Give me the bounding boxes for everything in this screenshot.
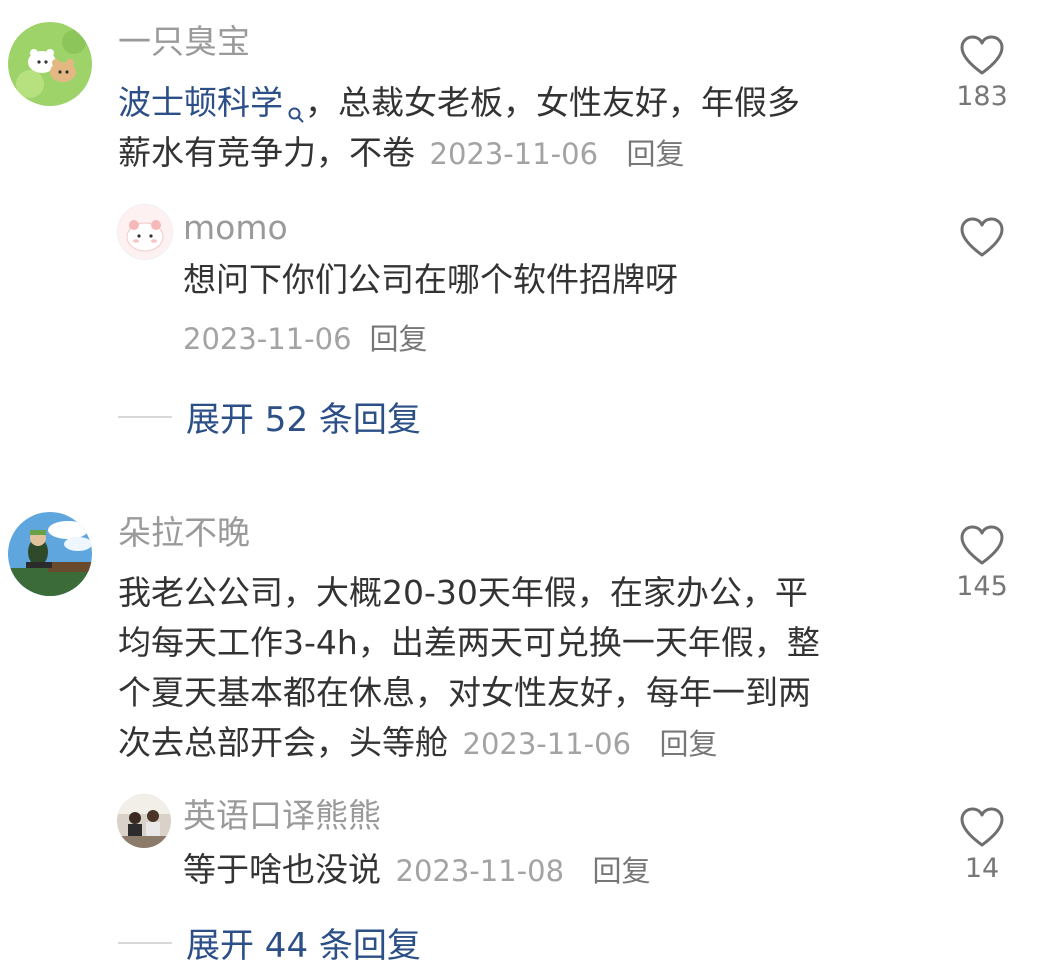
expand-replies-label: 展开 52 条回复 bbox=[186, 400, 421, 440]
reply-button[interactable]: 回复 bbox=[593, 854, 651, 888]
reply-date: 2023-11-08 bbox=[395, 854, 565, 888]
like-button[interactable]: 14 bbox=[950, 806, 1014, 886]
avatar[interactable] bbox=[117, 204, 173, 260]
reply-author[interactable]: momo bbox=[183, 208, 288, 248]
comment-body-line: 我老公公司，大概20-30天年假，在家办公，平 bbox=[118, 573, 808, 612]
heart-outline-icon bbox=[960, 525, 1004, 565]
expand-replies-button[interactable]: 展开 44 条回复 bbox=[118, 918, 421, 967]
comment-date: 2023-11-06 bbox=[429, 137, 599, 171]
like-count: 183 bbox=[956, 81, 1008, 112]
avatar[interactable] bbox=[8, 22, 92, 106]
reply-date: 2023-11-06 bbox=[183, 322, 352, 356]
comment-text: 次去总部开会，头等舱 bbox=[118, 723, 448, 762]
comment-text: 薪水有竞争力，不卷 bbox=[118, 133, 415, 172]
heart-outline-icon bbox=[960, 35, 1004, 75]
avatar[interactable] bbox=[117, 794, 171, 848]
comment-text: ，总裁女老板，女性友好，年假多 bbox=[305, 83, 800, 122]
reply-author[interactable]: 英语口译熊熊 bbox=[183, 796, 381, 836]
company-link[interactable]: 波士顿科学 bbox=[118, 83, 283, 122]
divider bbox=[118, 941, 172, 944]
comment-author[interactable]: 一只臭宝 bbox=[118, 22, 250, 62]
reply-text: 等于啥也没说 bbox=[183, 850, 381, 889]
like-button[interactable]: 183 bbox=[950, 34, 1014, 114]
reply-meta: 2023-11-06 回复 bbox=[183, 316, 428, 358]
comment-body-line: 次去总部开会，头等舱 2023-11-06 回复 bbox=[118, 718, 718, 769]
heart-outline-icon bbox=[960, 807, 1004, 847]
comment-author[interactable]: 朵拉不晚 bbox=[118, 513, 250, 553]
expand-replies-label: 展开 44 条回复 bbox=[186, 926, 421, 966]
comment-body-line: 均每天工作3-4h，出差两天可兑换一天年假，整 bbox=[118, 623, 820, 662]
comment-date: 2023-11-06 bbox=[462, 727, 632, 761]
reply-body: 等于啥也没说 2023-11-08 回复 bbox=[183, 845, 651, 896]
like-button[interactable] bbox=[950, 216, 1014, 258]
avatar[interactable] bbox=[8, 512, 92, 596]
reply-button[interactable]: 回复 bbox=[627, 137, 685, 171]
like-count: 145 bbox=[956, 571, 1008, 602]
reply-button[interactable]: 回复 bbox=[370, 322, 428, 356]
reply-text: 想问下你们公司在哪个软件招牌呀 bbox=[183, 260, 678, 299]
divider bbox=[118, 415, 172, 418]
reply-button[interactable]: 回复 bbox=[660, 727, 718, 761]
expand-replies-button[interactable]: 展开 52 条回复 bbox=[118, 392, 421, 441]
like-button[interactable]: 145 bbox=[950, 524, 1014, 604]
comment-body-line: 薪水有竞争力，不卷 2023-11-06 回复 bbox=[118, 128, 685, 179]
like-count: 14 bbox=[964, 853, 1000, 884]
heart-outline-icon bbox=[960, 217, 1004, 257]
comment-body-line: 个夏天基本都在休息，对女性友好，每年一到两 bbox=[118, 673, 811, 712]
